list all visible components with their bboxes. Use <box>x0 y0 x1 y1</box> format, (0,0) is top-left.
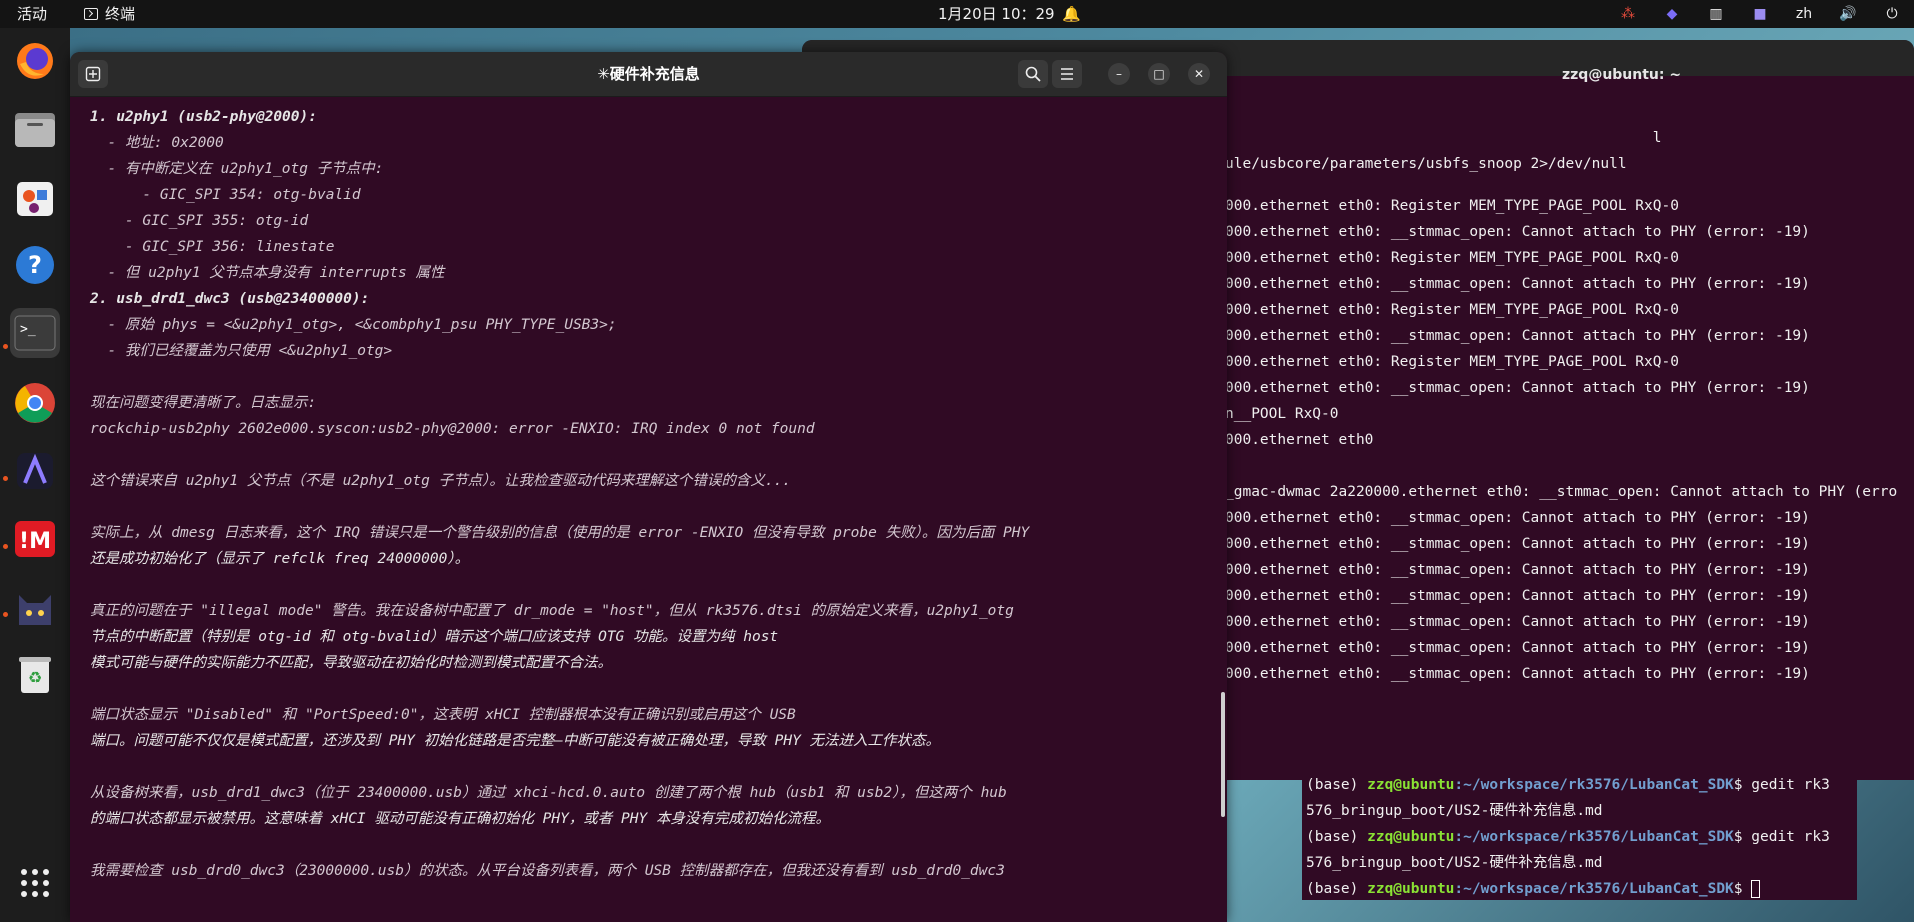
editor-line: 我需要检查 usb_drd0_dwc3（23000000.usb）的状态。从平台… <box>90 863 1005 879</box>
editor-line: 端口。问题可能不仅仅是模式配置，还涉及到 PHY 初始化链路是否完整—中断可能没… <box>90 733 941 749</box>
system-tray[interactable]: ⁂ ◆ ▥ ■ zh 🔊 ⏻ <box>1606 0 1914 28</box>
close-button[interactable]: ✕ <box>1188 63 1210 85</box>
text-editor-area[interactable]: 1. u2phy1 (usb2-phy@2000): - 地址: 0x2000 … <box>70 96 1227 922</box>
editor-line: 的端口状态都显示被禁用。这意味着 xHCI 驱动可能没有正确初始化 PHY，或者… <box>90 811 830 827</box>
activities-button[interactable]: 活动 <box>17 0 47 28</box>
editor-line: - 但 u2phy1 父节点本身没有 interrupts 属性 <box>90 265 445 281</box>
app-icon[interactable] <box>10 446 60 496</box>
terminal-line: 000.ethernet eth0: __stmmac_open: Cannot… <box>1225 562 1810 578</box>
running-indicator <box>3 544 8 549</box>
editor-line: 模式可能与硬件的实际能力不匹配，导致驱动在初始化时检测到模式配置不合法。 <box>90 655 612 671</box>
terminal-line: 000.ethernet eth0: Register MEM_TYPE_PAG… <box>1225 250 1679 266</box>
editor-line: - GIC_SPI 356: linestate <box>90 239 335 255</box>
input-lang-indicator[interactable]: zh <box>1782 0 1826 28</box>
editor-line: 1. u2phy1 (usb2-phy@2000): <box>90 109 317 125</box>
minimize-icon: – <box>1116 67 1122 81</box>
editor-line: - 有中断定义在 u2phy1_otg 子节点中: <box>90 161 384 177</box>
svg-text:!M: !M <box>19 529 51 554</box>
terminal-line: 000.ethernet eth0: __stmmac_open: Cannot… <box>1225 328 1810 344</box>
editor-line: 端口状态显示 "Disabled" 和 "PortSpeed:0"，这表明 xH… <box>90 707 796 723</box>
terminal-line: 000.ethernet eth0: __stmmac_open: Cannot… <box>1225 224 1810 240</box>
dock: ? >_ !M ♻ <box>0 28 70 922</box>
terminal-icon <box>84 8 98 20</box>
help-icon[interactable]: ? <box>10 240 60 290</box>
editor-line: - GIC_SPI 355: otg-id <box>90 213 309 229</box>
terminal-line: 000.ethernet eth0: __stmmac_open: Cannot… <box>1225 510 1810 526</box>
trash-icon[interactable]: ♻ <box>10 650 60 700</box>
firefox-icon[interactable] <box>10 36 60 86</box>
menu-button[interactable] <box>1052 60 1082 88</box>
editor-line: 节点的中断配置（特别是 otg-id 和 otg-bvalid）暗示这个端口应该… <box>90 629 779 645</box>
terminal-line: _gmac-dwmac 2a220000.ethernet eth0: __st… <box>1225 484 1898 500</box>
editor-line: 实际上，从 dmesg 日志来看，这个 IRQ 错误只是一个警告级别的信息（使用… <box>90 525 1030 541</box>
terminal-icon[interactable]: >_ <box>10 308 60 358</box>
input-method-icon[interactable]: ⁂ <box>1606 0 1650 28</box>
terminal-command-line: (base) zzq@ubuntu:~/workspace/rk3576/Lub… <box>1306 829 1830 845</box>
editor-line: rockchip-usb2phy 2602e000.syscon:usb2-ph… <box>90 421 815 437</box>
terminal-line: 000.ethernet eth0: Register MEM_TYPE_PAG… <box>1225 354 1679 370</box>
top-bar: 活动 终端 1月20日 10：29 🔔 ⁂ ◆ ▥ ■ zh 🔊 ⏻ <box>0 0 1914 28</box>
terminal-line: n__POOL RxQ-0 <box>1225 406 1339 422</box>
search-button[interactable] <box>1018 60 1048 88</box>
terminal-command-continuation: 576_bringup_boot/US2-硬件补充信息.md <box>1306 855 1603 871</box>
terminal-line: 000.ethernet eth0: __stmmac_open: Cannot… <box>1225 276 1810 292</box>
terminal-line: 000.ethernet eth0: __stmmac_open: Cannot… <box>1225 614 1810 630</box>
svg-text:>_: >_ <box>20 322 36 337</box>
editor-line: - GIC_SPI 354: otg-bvalid <box>90 187 361 203</box>
app-name: 终端 <box>105 5 136 23</box>
volume-icon[interactable]: 🔊 <box>1826 0 1870 28</box>
terminal-command-line: (base) zzq@ubuntu:~/workspace/rk3576/Lub… <box>1306 777 1830 793</box>
app-menu-button[interactable]: 终端 <box>84 0 135 28</box>
terminal-line: 000.ethernet eth0 <box>1225 432 1374 448</box>
minimize-button[interactable]: – <box>1108 63 1130 85</box>
editor-line: 现在问题变得更清晰了。日志显示: <box>90 395 317 411</box>
terminal-line: 000.ethernet eth0: __stmmac_open: Cannot… <box>1225 640 1810 656</box>
app-grid-icon[interactable] <box>10 858 60 908</box>
terminal-command-continuation: 576_bringup_boot/US2-硬件补充信息.md <box>1306 803 1603 819</box>
performance-icon[interactable]: ▥ <box>1694 0 1738 28</box>
svg-text:?: ? <box>28 251 42 279</box>
terminal-line: l <box>1225 130 1662 146</box>
terminal-line: 000.ethernet eth0: __stmmac_open: Cannot… <box>1225 380 1810 396</box>
terminal-prompt-area[interactable]: (base) zzq@ubuntu:~/workspace/rk3576/Lub… <box>1302 775 1857 900</box>
app-red-icon[interactable]: !M <box>10 514 60 564</box>
terminal-current-prompt[interactable]: (base) zzq@ubuntu:~/workspace/rk3576/Lub… <box>1306 879 1761 899</box>
editor-line: - 地址: 0x2000 <box>90 135 224 151</box>
editor-line: - 我们已经覆盖为只使用 <&u2phy1_otg> <box>90 343 393 359</box>
search-icon <box>1025 66 1041 82</box>
terminal-line: 000.ethernet eth0: __stmmac_open: Cannot… <box>1225 666 1810 682</box>
chrome-icon[interactable] <box>10 378 60 428</box>
cat-app-icon[interactable] <box>10 582 60 632</box>
gedit-headerbar: ✳硬件补充信息 – □ ✕ <box>70 52 1227 97</box>
editor-line: 这个错误来自 u2phy1 父节点（不是 u2phy1_otg 子节点）。让我检… <box>90 473 792 489</box>
power-icon[interactable]: ⏻ <box>1870 0 1914 28</box>
bell-icon: 🔔 <box>1062 5 1081 23</box>
hamburger-icon <box>1061 68 1073 80</box>
gedit-window[interactable]: ✳硬件补充信息 – □ ✕ 1. u2phy1 (usb2-phy@2000):… <box>70 52 1227 922</box>
editor-line: - 原始 phys = <&u2phy1_otg>, <&combphy1_ps… <box>90 317 617 333</box>
terminal-line: 000.ethernet eth0: Register MEM_TYPE_PAG… <box>1225 198 1679 214</box>
editor-line: 还是成功初始化了（显示了 refclk freq 24000000）。 <box>90 551 470 567</box>
software-center-icon[interactable] <box>10 172 60 222</box>
terminal-line: ule/usbcore/parameters/usbfs_snoop 2>/de… <box>1225 156 1627 172</box>
terminal-line: 000.ethernet eth0: Register MEM_TYPE_PAG… <box>1225 302 1679 318</box>
editor-scrollbar[interactable] <box>1221 692 1225 817</box>
terminal-line: 000.ethernet eth0: __stmmac_open: Cannot… <box>1225 588 1810 604</box>
files-icon[interactable] <box>10 104 60 154</box>
running-indicator <box>3 612 8 617</box>
running-indicator <box>3 344 8 349</box>
running-indicator <box>3 476 8 481</box>
cat-indicator-icon[interactable]: ■ <box>1738 0 1782 28</box>
clock[interactable]: 1月20日 10：29 <box>938 0 1055 28</box>
terminal-line: 000.ethernet eth0: __stmmac_open: Cannot… <box>1225 536 1810 552</box>
maximize-icon: □ <box>1153 67 1165 81</box>
text-cursor <box>1751 880 1761 898</box>
editor-line: 真正的问题在于 "illegal mode" 警告。我在设备树中配置了 dr_m… <box>90 603 1014 619</box>
svg-text:♻: ♻ <box>28 668 42 687</box>
maximize-button[interactable]: □ <box>1148 63 1170 85</box>
editor-line: 从设备树来看，usb_drd1_dwc3（位于 23400000.usb）通过 … <box>90 785 1007 801</box>
editor-line: 2. usb_drd1_dwc3 (usb@23400000): <box>90 291 370 307</box>
app-indicator-icon[interactable]: ◆ <box>1650 0 1694 28</box>
close-icon: ✕ <box>1193 67 1205 81</box>
